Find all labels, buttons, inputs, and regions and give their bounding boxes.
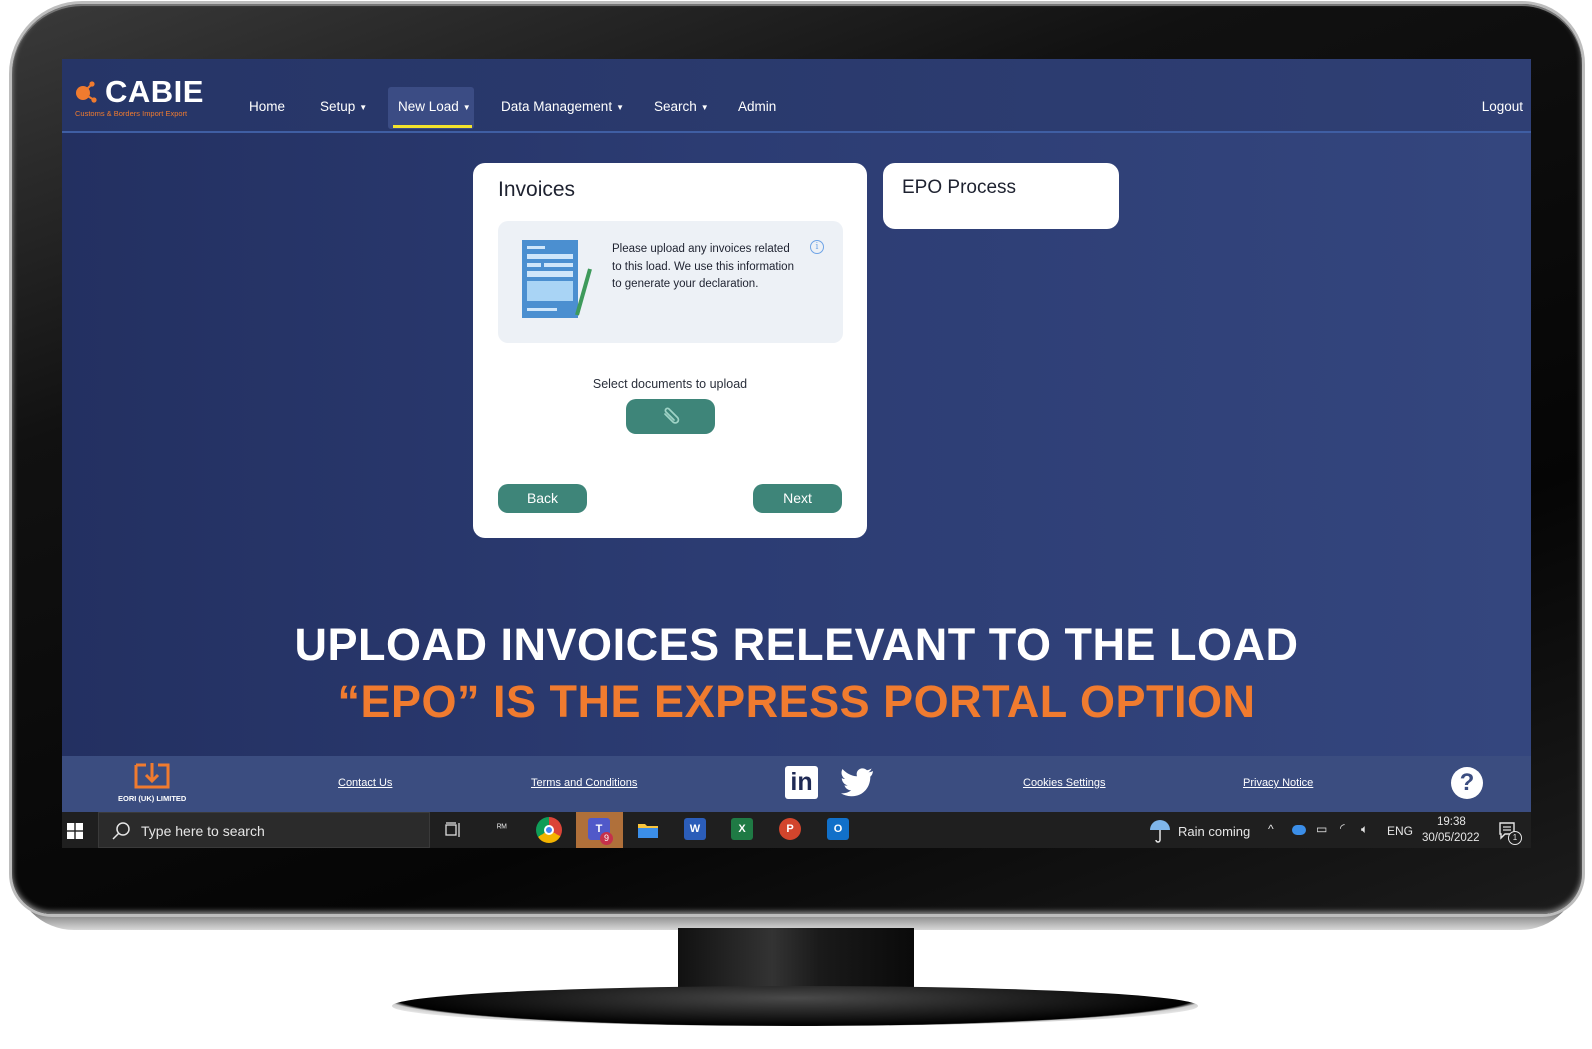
headline-line-2: “EPO” IS THE EXPRESS PORTAL OPTION <box>337 676 1256 727</box>
teams-taskbar-button[interactable]: T 9 <box>576 812 623 848</box>
upload-documents-button[interactable] <box>626 399 715 434</box>
linkedin-icon[interactable]: in <box>785 766 818 799</box>
mcafee-tray-icon[interactable]: ᴿᴹ <box>497 823 507 834</box>
headline-line-1: UPLOAD INVOICES RELEVANT TO THE LOAD <box>294 619 1299 670</box>
teams-badge: 9 <box>600 832 613 845</box>
word-icon[interactable]: W <box>684 818 706 840</box>
nav-home[interactable]: Home <box>249 99 285 114</box>
caret-down-icon: ▼ <box>462 103 471 112</box>
windows-start-icon[interactable] <box>67 823 83 839</box>
privacy-notice-link[interactable]: Privacy Notice <box>1243 777 1313 789</box>
epo-process-card[interactable]: EPO Process <box>883 163 1119 229</box>
task-view-icon[interactable] <box>445 822 463 838</box>
language-indicator[interactable]: ENG <box>1387 824 1413 838</box>
eori-company-label: EORI (UK) LIMITED <box>118 794 187 803</box>
weather-status[interactable]: Rain coming <box>1178 824 1250 839</box>
wifi-icon[interactable]: ◜ <box>1340 821 1345 835</box>
excel-icon[interactable]: X <box>731 818 753 840</box>
contact-us-link[interactable]: Contact Us <box>338 777 392 789</box>
top-navbar: CABIE Customs & Borders Import Export Ho… <box>62 59 1531 133</box>
logo-mark-icon <box>76 81 97 103</box>
clock-date[interactable]: 30/05/2022 <box>1422 832 1480 844</box>
notification-count-badge: 1 <box>1508 831 1522 845</box>
nav-new-load-label: New Load <box>398 99 459 114</box>
onedrive-error-icon[interactable] <box>1292 825 1306 835</box>
nav-admin[interactable]: Admin <box>738 99 776 114</box>
nav-search[interactable]: Search ▼ <box>654 99 709 114</box>
clock-time[interactable]: 19:38 <box>1437 816 1466 828</box>
battery-icon[interactable]: ▭ <box>1316 822 1327 836</box>
caret-down-icon: ▼ <box>616 103 624 112</box>
logout-link[interactable]: Logout <box>1482 99 1523 114</box>
invoice-info-text: Please upload any invoices related to th… <box>612 243 794 291</box>
invoice-info-box: Please upload any invoices related to th… <box>498 221 843 343</box>
file-explorer-icon[interactable] <box>637 820 659 840</box>
twitter-icon[interactable] <box>839 767 875 797</box>
invoices-card: Invoices Please upload any invoices rela… <box>473 163 867 538</box>
help-button[interactable]: ? <box>1451 767 1483 799</box>
epo-process-title: EPO Process <box>902 177 1017 198</box>
nav-active-underline <box>393 125 472 128</box>
search-icon <box>112 822 130 840</box>
next-button[interactable]: Next <box>753 484 842 513</box>
chrome-icon[interactable] <box>536 817 562 843</box>
nav-data-management[interactable]: Data Management ▼ <box>501 99 624 114</box>
umbrella-weather-icon[interactable] <box>1148 818 1172 844</box>
info-icon[interactable]: i <box>810 240 824 254</box>
select-documents-label: Select documents to upload <box>592 377 748 391</box>
terms-link[interactable]: Terms and Conditions <box>531 777 637 789</box>
caret-down-icon: ▼ <box>700 103 709 112</box>
caret-down-icon: ▼ <box>359 103 368 112</box>
page-footer: EORI (UK) LIMITED Contact Us Terms and C… <box>62 756 1531 812</box>
windows-taskbar: Type here to search ᴿᴹ T 9 W X P O Rain … <box>62 812 1531 848</box>
eori-logo-icon <box>134 763 170 789</box>
brand-name: CABIE <box>105 74 204 109</box>
nav-admin-label: Admin <box>738 99 777 114</box>
cookies-settings-link[interactable]: Cookies Settings <box>1023 777 1106 789</box>
monitor-stand-base <box>392 986 1198 1026</box>
nav-data-management-label: Data Management <box>501 99 613 114</box>
nav-setup-label: Setup <box>320 99 356 114</box>
nav-search-label: Search <box>654 99 697 114</box>
invoices-title: Invoices <box>498 178 576 201</box>
outlook-icon[interactable]: O <box>827 818 849 840</box>
taskbar-search-placeholder: Type here to search <box>141 823 265 839</box>
brand-tagline: Customs & Borders Import Export <box>75 109 188 118</box>
nav-new-load[interactable]: New Load ▼ <box>398 99 471 114</box>
volume-icon[interactable]: 🔈︎ <box>1361 822 1368 837</box>
chevron-up-icon[interactable]: ^ <box>1268 822 1274 836</box>
monitor-screen: CABIE Customs & Borders Import Export Ho… <box>62 59 1531 848</box>
invoice-document-icon <box>522 240 592 318</box>
back-button[interactable]: Back <box>498 484 587 513</box>
nav-setup[interactable]: Setup ▼ <box>320 99 367 114</box>
nav-home-label: Home <box>249 99 286 114</box>
paperclip-icon <box>664 407 680 424</box>
taskbar-search-box[interactable]: Type here to search <box>98 812 430 848</box>
powerpoint-icon[interactable]: P <box>779 818 801 840</box>
